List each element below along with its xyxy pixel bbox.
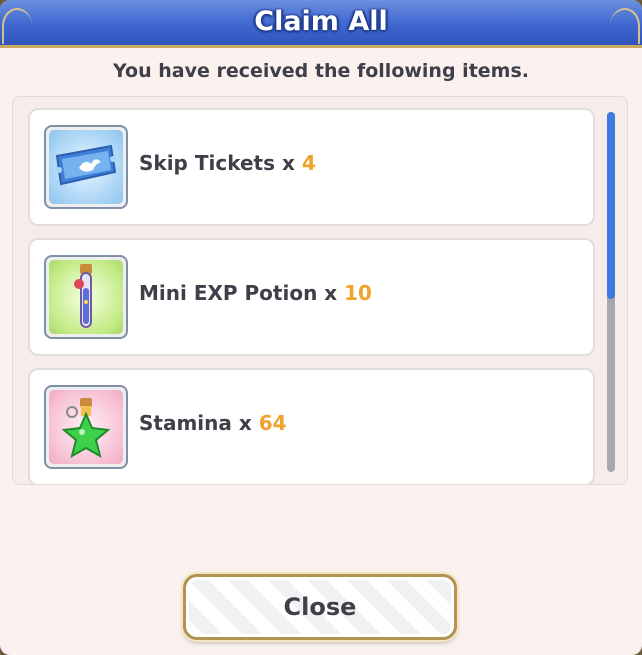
item-separator: x [275,151,302,175]
item-quantity: 4 [301,151,316,175]
close-button-label: Close [283,593,357,621]
item-quantity: 64 [258,411,287,435]
dialog-subtitle: You have received the following items. [113,60,529,82]
item-name: Skip Tickets [139,151,275,175]
item-label: Mini EXP Potion x 10 [139,281,372,305]
close-button[interactable]: Close [183,574,457,640]
scrollbar-thumb[interactable] [607,112,615,299]
items-list[interactable]: Skip Tickets x 4 Mini EXP Potion x 10 St… [12,96,628,485]
list-item-mini-exp-potion: Mini EXP Potion x 10 [28,238,595,356]
claim-all-dialog: Claim All You have received the followin… [0,0,642,655]
list-item-stamina: Stamina x 64 [28,368,595,485]
item-label: Skip Tickets x 4 [139,151,316,175]
item-icon-frame [44,125,128,209]
item-name: Mini EXP Potion [139,281,318,305]
item-name: Stamina [139,411,232,435]
item-label: Stamina x 64 [139,411,287,435]
dialog-title: Claim All [254,6,388,37]
potion-icon [49,260,123,334]
item-icon-frame [44,255,128,339]
ticket-icon [49,130,123,204]
item-icon-frame [44,385,128,469]
stamina-bottle-icon [49,390,123,464]
dialog-header: Claim All [0,0,642,48]
list-item-skip-tickets: Skip Tickets x 4 [28,108,595,226]
item-separator: x [317,281,345,305]
item-quantity: 10 [344,281,372,305]
scrollbar[interactable] [607,112,615,472]
item-separator: x [231,411,259,435]
